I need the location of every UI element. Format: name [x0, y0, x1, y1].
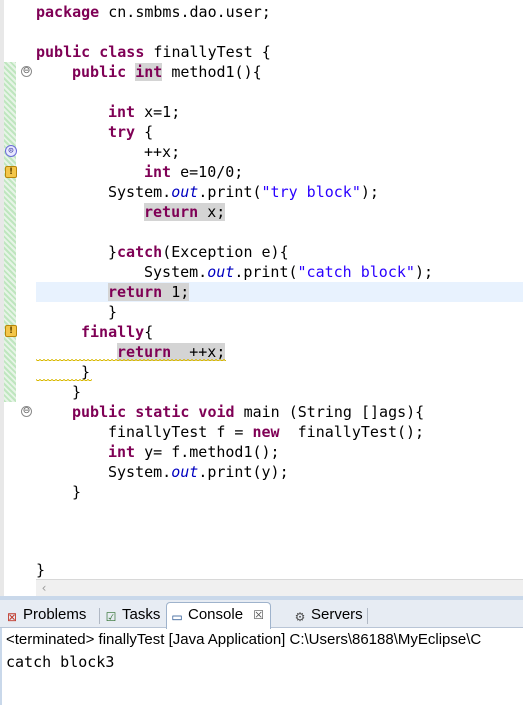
- fold-column: [16, 0, 36, 597]
- tab-label: Problems: [23, 606, 87, 623]
- code-editor[interactable]: ⊖ ⊖ ⊙ ! ! package cn.smbms.dao.user; pub…: [0, 0, 523, 597]
- tab-label: Console: [188, 606, 244, 623]
- code-line: int e=10/0;: [144, 163, 244, 181]
- code-line: public int method1(){: [72, 63, 262, 81]
- code-line: }: [72, 383, 82, 401]
- tab-tasks[interactable]: ☑ Tasks: [103, 603, 161, 627]
- warning-underline: [36, 358, 226, 362]
- problems-icon: ⊠: [6, 610, 18, 624]
- code-line: try {: [108, 123, 154, 141]
- warning-icon[interactable]: !: [5, 325, 17, 337]
- tab-label: Servers: [311, 606, 363, 623]
- close-tab-icon[interactable]: ☒: [253, 608, 264, 622]
- servers-icon: ⚙: [294, 610, 306, 624]
- code-line: public class finallyTest {: [36, 43, 271, 61]
- fold-toggle-icon[interactable]: ⊖: [21, 66, 32, 77]
- code-line: }: [36, 561, 46, 579]
- code-line: System.out.print("catch block");: [144, 263, 433, 281]
- code-line: }: [72, 483, 82, 501]
- code-line: finallyTest f = new finallyTest();: [108, 423, 425, 441]
- horizontal-scrollbar[interactable]: ‹: [36, 579, 523, 596]
- tab-divider: [99, 608, 100, 624]
- tab-console[interactable]: ▭ Console ☒: [166, 602, 271, 629]
- tab-problems[interactable]: ⊠ Problems: [4, 603, 86, 627]
- code-line: public static void main (String []ags){: [72, 403, 425, 421]
- console-view: ⊠ Problems ☑ Tasks ▭ Console ☒ ⚙ Servers <te…: [0, 600, 523, 705]
- scroll-left-icon[interactable]: ‹: [36, 580, 52, 596]
- code-line: }: [108, 303, 118, 321]
- tasks-icon: ☑: [105, 610, 117, 624]
- console-output[interactable]: catch block3: [6, 652, 114, 672]
- code-line: return 1;: [108, 283, 190, 301]
- code-line: ++x;: [144, 143, 181, 161]
- code-line: package cn.smbms.dao.user;: [36, 3, 271, 21]
- view-tab-bar: ⊠ Problems ☑ Tasks ▭ Console ☒ ⚙ Servers: [0, 600, 523, 629]
- console-icon: ▭: [171, 610, 183, 624]
- tab-servers[interactable]: ⚙ Servers: [292, 603, 363, 627]
- fold-toggle-icon[interactable]: ⊖: [21, 406, 32, 417]
- code-line: return x;: [144, 203, 226, 221]
- tab-divider: [367, 608, 368, 624]
- code-line: System.out.print(y);: [108, 463, 289, 481]
- warning-underline: [36, 378, 92, 382]
- console-border: [0, 628, 2, 705]
- warning-icon[interactable]: !: [5, 166, 17, 178]
- code-line: System.out.print("try block");: [108, 183, 379, 201]
- code-line: int x=1;: [108, 103, 181, 121]
- code-line: int y= f.method1();: [108, 443, 280, 461]
- breakpoint-icon[interactable]: ⊙: [5, 145, 17, 157]
- console-status-line: <terminated> finallyTest [Java Applicati…: [6, 631, 482, 648]
- tab-label: Tasks: [122, 606, 161, 623]
- code-line: finally{: [81, 323, 154, 341]
- code-line: }catch(Exception e){: [108, 243, 289, 261]
